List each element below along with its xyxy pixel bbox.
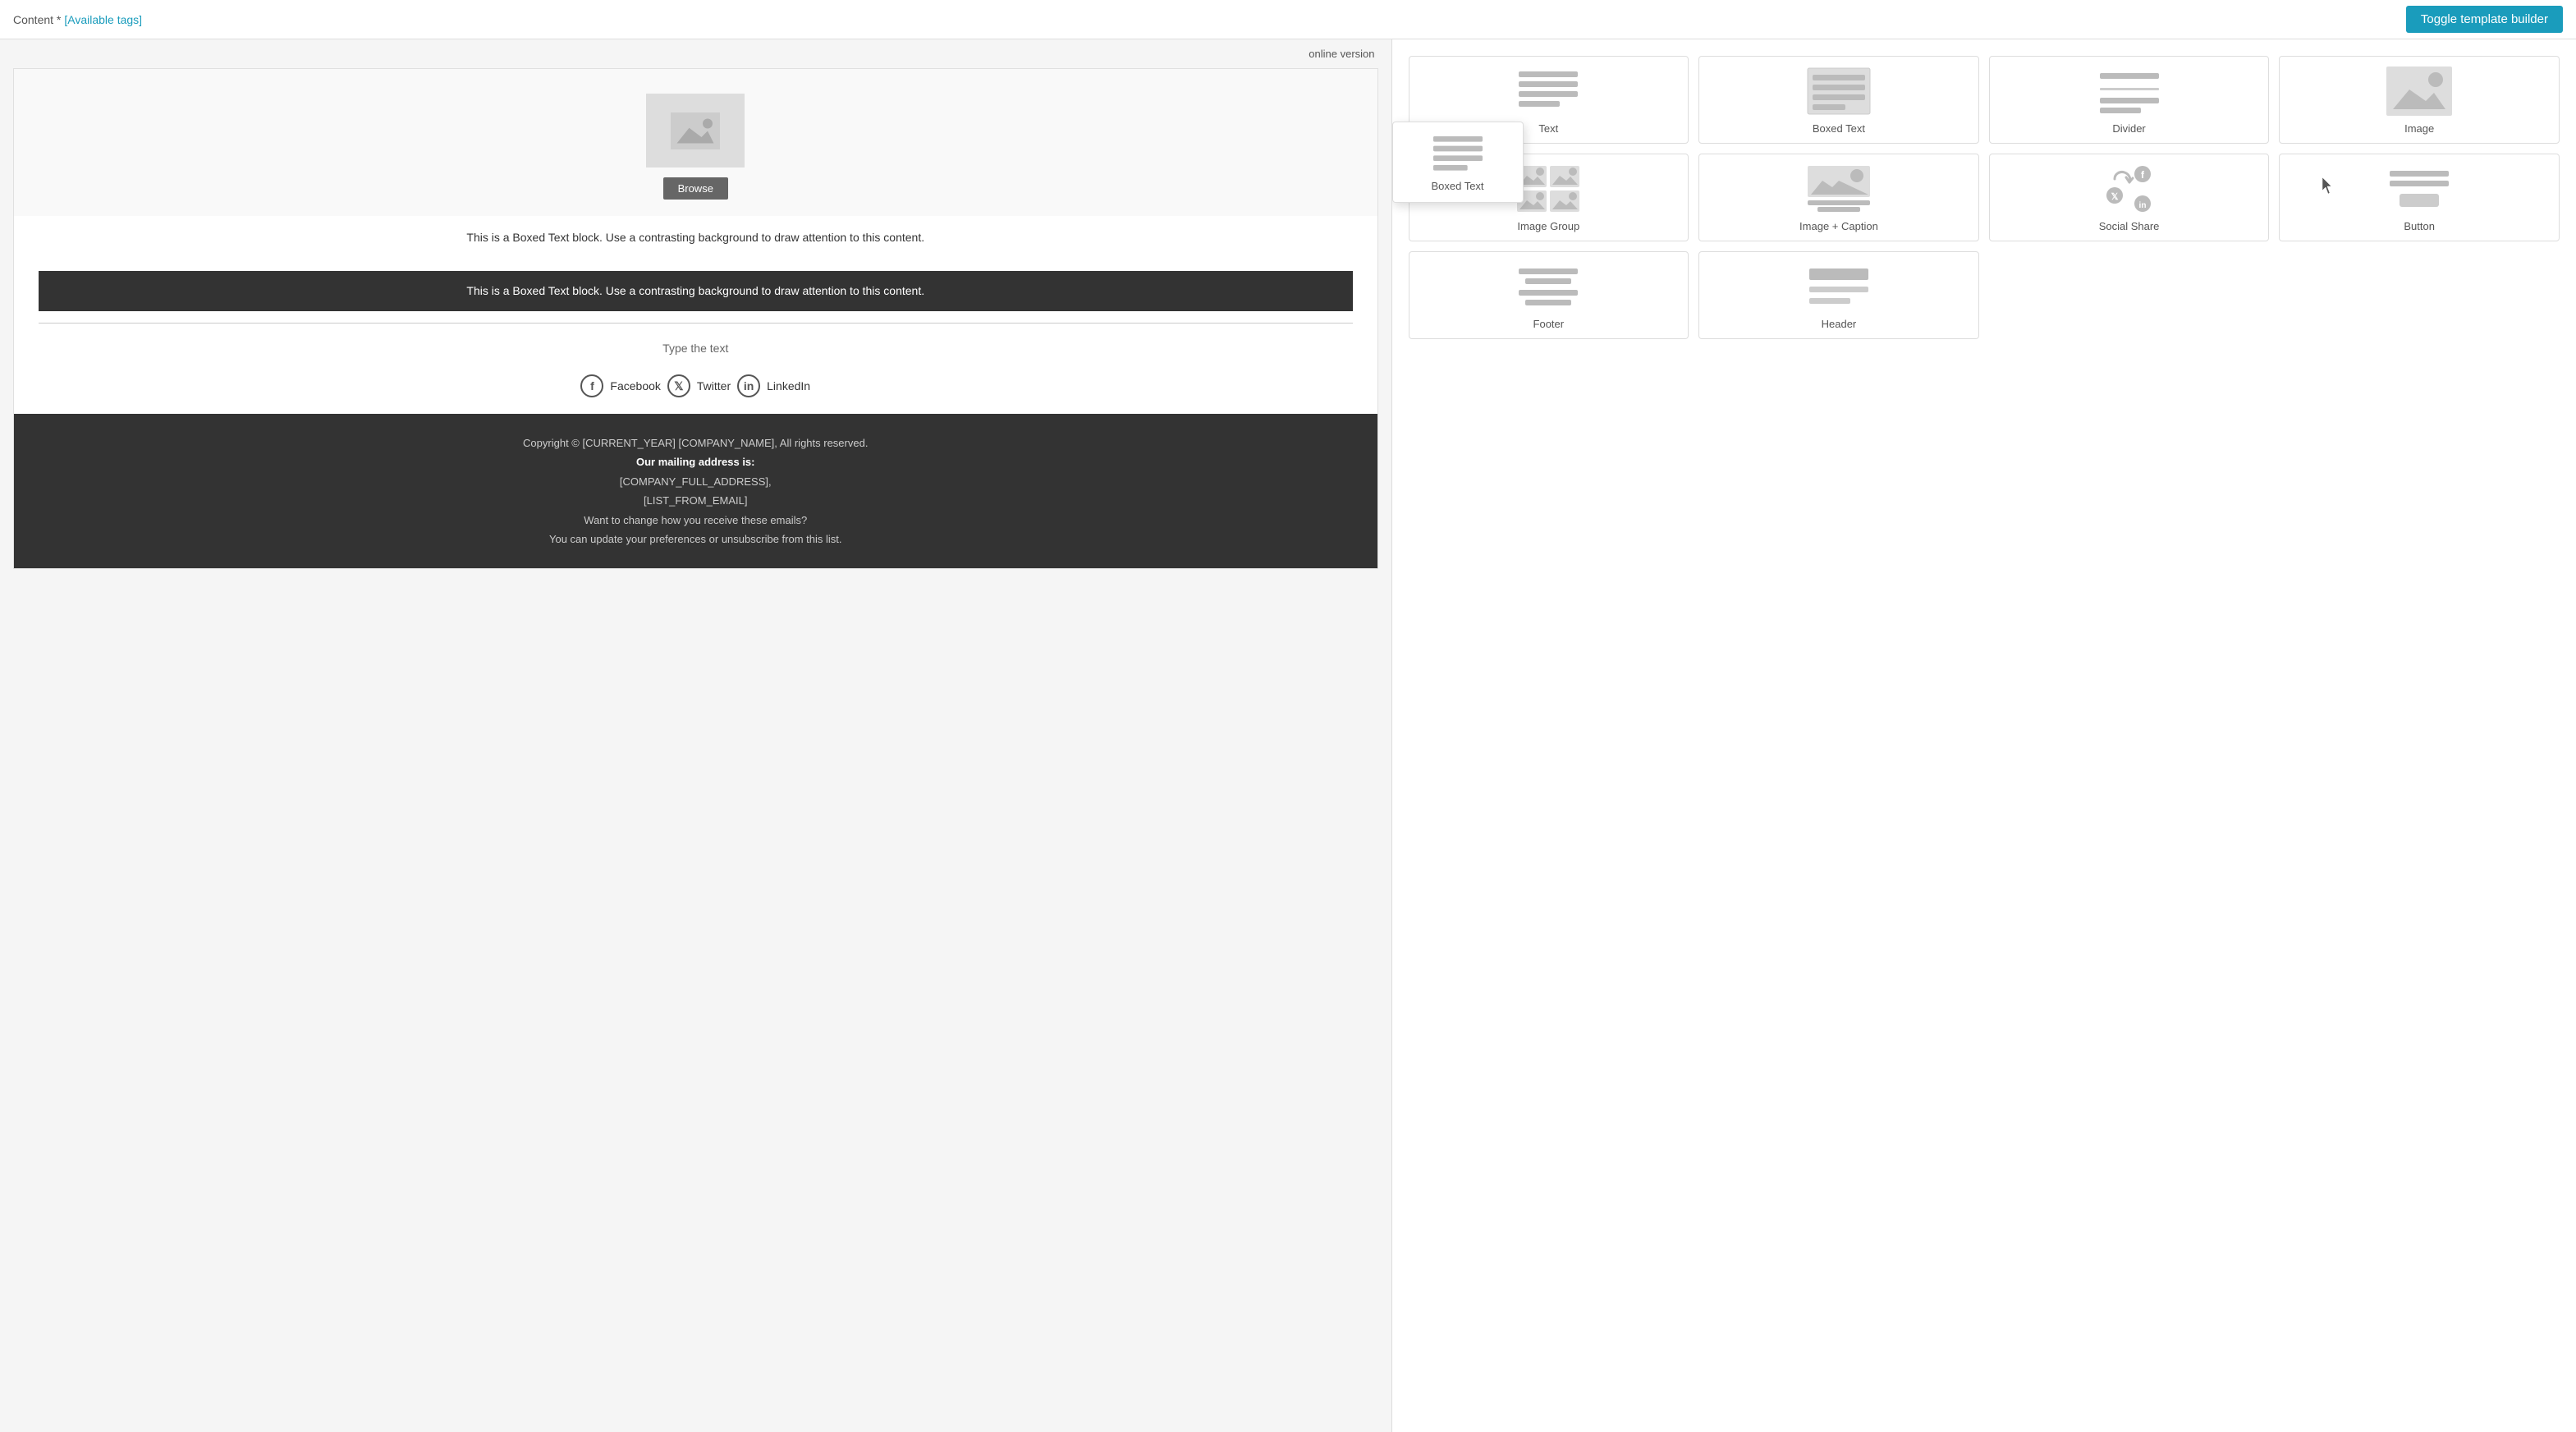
facebook-label: Facebook <box>610 379 660 392</box>
boxed-text-block-label: Boxed Text <box>1813 122 1865 135</box>
header-block-icon <box>1806 262 1872 311</box>
divider-icon-svg <box>2097 67 2162 116</box>
divider-element <box>39 323 1353 324</box>
image-block-icon <box>2386 67 2452 116</box>
boxed-text-popup: Boxed Text <box>1392 122 1524 203</box>
footer-copyright: Copyright © [CURRENT_YEAR] [COMPANY_NAME… <box>39 434 1353 452</box>
type-text-placeholder[interactable]: Type the text <box>14 335 1377 368</box>
template-block-image[interactable]: Image <box>2279 56 2560 144</box>
button-block-label: Button <box>2404 220 2435 232</box>
image-block-label: Image <box>2404 122 2434 135</box>
footer-email: [LIST_FROM_EMAIL] <box>39 491 1353 510</box>
cursor-icon <box>2322 177 2334 194</box>
text-block-label: Text <box>1538 122 1558 135</box>
breadcrumb: Content * [Available tags] <box>13 13 142 26</box>
content-label: Content * <box>13 13 61 26</box>
template-block-button[interactable]: Button <box>2279 154 2560 241</box>
twitter-label: Twitter <box>697 379 731 392</box>
image-block: Browse <box>14 69 1377 216</box>
footer-address: [COMPANY_FULL_ADDRESS], <box>39 472 1353 491</box>
image-group-block-icon <box>1515 164 1581 213</box>
boxed-text-block-icon <box>1806 67 1872 116</box>
popup-label: Boxed Text <box>1431 180 1483 192</box>
boxed-text-content: This is a Boxed Text block. Use a contra… <box>39 229 1353 246</box>
footer-block-icon <box>1515 262 1581 311</box>
browse-button[interactable]: Browse <box>663 177 728 200</box>
available-tags-link[interactable]: [Available tags] <box>64 13 142 26</box>
footer-change-text: Want to change how you receive these ema… <box>39 511 1353 530</box>
image-group-block-label: Image Group <box>1517 220 1579 232</box>
template-blocks-grid: Text Boxed Text <box>1409 56 2560 339</box>
linkedin-label: LinkedIn <box>767 379 810 392</box>
footer-block-label: Footer <box>1533 318 1565 330</box>
image-placeholder <box>646 94 745 168</box>
template-block-boxed-text[interactable]: Boxed Text <box>1698 56 1979 144</box>
divider-block-icon <box>2097 67 2162 116</box>
footer-mailing-label: Our mailing address is: <box>39 452 1353 471</box>
image-placeholder-icon <box>671 112 720 149</box>
header-block-label: Header <box>1822 318 1857 330</box>
image-icon-svg <box>2386 67 2452 116</box>
divider-block-label: Divider <box>2112 122 2145 135</box>
template-block-footer[interactable]: Footer <box>1409 251 1689 339</box>
facebook-icon[interactable]: f <box>580 374 603 397</box>
twitter-icon[interactable]: 𝕏 <box>667 374 690 397</box>
email-preview: Browse This is a Boxed Text block. Use a… <box>13 68 1378 569</box>
social-share-block: f Facebook 𝕏 Twitter in LinkedIn <box>14 368 1377 414</box>
boxed-text-icon-svg <box>1806 67 1872 116</box>
online-version-text: online version <box>1309 48 1374 60</box>
template-block-header[interactable]: Header <box>1698 251 1979 339</box>
image-caption-icon-svg <box>1806 164 1872 213</box>
template-block-social-share[interactable]: f 𝕏 in Social Share <box>1989 154 2270 241</box>
button-icon-svg <box>2386 164 2452 213</box>
template-block-divider[interactable]: Divider <box>1989 56 2270 144</box>
social-share-icon-svg: f 𝕏 in <box>2097 164 2162 213</box>
image-caption-block-label: Image + Caption <box>1799 220 1878 232</box>
dark-boxed-text: This is a Boxed Text block. Use a contra… <box>39 271 1353 311</box>
button-block-icon <box>2386 164 2452 213</box>
linkedin-icon[interactable]: in <box>737 374 760 397</box>
email-footer-block: Copyright © [CURRENT_YEAR] [COMPANY_NAME… <box>14 414 1377 568</box>
footer-unsubscribe-text: You can update your preferences or unsub… <box>39 530 1353 548</box>
boxed-text-block: This is a Boxed Text block. Use a contra… <box>14 216 1377 271</box>
social-share-block-icon: f 𝕏 in <box>2097 164 2162 213</box>
social-share-block-label: Social Share <box>2099 220 2160 232</box>
text-icon-svg <box>1515 67 1581 116</box>
footer-icon-svg <box>1515 262 1581 311</box>
preview-panel: online version Browse This is a Boxed Te… <box>0 39 1391 1432</box>
svg-text:𝕏: 𝕏 <box>2111 192 2118 202</box>
popup-icon-svg <box>1429 132 1487 173</box>
online-version-bar: online version <box>0 39 1391 68</box>
header-icon-svg <box>1806 262 1872 311</box>
svg-text:in: in <box>2138 201 2146 210</box>
template-block-image-caption[interactable]: Image + Caption <box>1698 154 1979 241</box>
builder-panel: Boxed Text Text <box>1391 39 2576 1432</box>
image-caption-block-icon <box>1806 164 1872 213</box>
text-block-icon <box>1515 67 1581 116</box>
top-bar: Content * [Available tags] Toggle templa… <box>0 0 2576 39</box>
main-layout: online version Browse This is a Boxed Te… <box>0 39 2576 1432</box>
toggle-template-builder-button[interactable]: Toggle template builder <box>2406 6 2563 33</box>
image-group-icon-svg <box>1515 164 1581 213</box>
